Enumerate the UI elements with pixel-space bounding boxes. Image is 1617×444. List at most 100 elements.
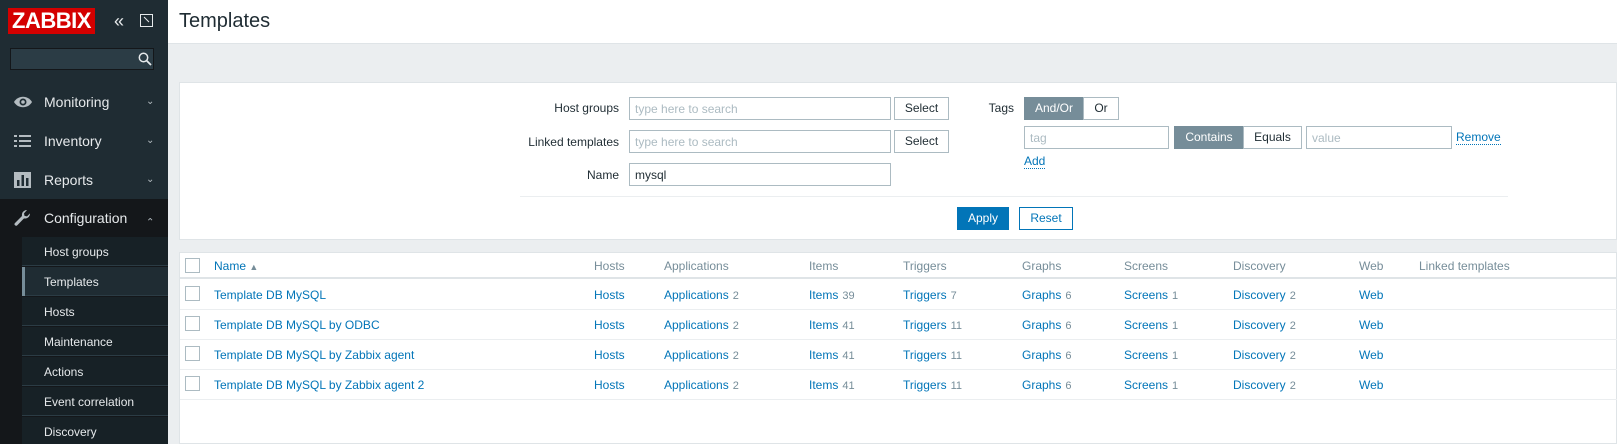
- applications-link[interactable]: Applications: [664, 288, 729, 302]
- name-label: Name: [586, 168, 619, 182]
- hosts-link[interactable]: Hosts: [594, 348, 625, 362]
- triggers-count: 7: [950, 290, 957, 302]
- triggers-cell: Triggers 7: [903, 288, 957, 302]
- tags-and-or-option[interactable]: And/Or: [1024, 97, 1084, 120]
- web-link[interactable]: Web: [1359, 318, 1383, 332]
- graphs-count: 6: [1065, 290, 1072, 302]
- discovery-link[interactable]: Discovery: [1233, 378, 1286, 392]
- triggers-count: 11: [950, 320, 962, 332]
- hosts-link[interactable]: Hosts: [594, 378, 625, 392]
- linked-templates-input[interactable]: [629, 130, 891, 153]
- hosts-link[interactable]: Hosts: [594, 318, 625, 332]
- graphs-count: 6: [1065, 320, 1072, 332]
- nav-label: Configuration: [44, 210, 128, 226]
- screens-cell: Screens 1: [1124, 318, 1178, 332]
- host-groups-select-button[interactable]: Select: [894, 97, 949, 120]
- sidebar-item-templates[interactable]: Templates: [22, 267, 168, 296]
- screens-link[interactable]: Screens: [1124, 378, 1168, 392]
- tag-add-link[interactable]: Add: [1024, 154, 1046, 169]
- items-link[interactable]: Items: [809, 318, 838, 332]
- apply-button[interactable]: Apply: [957, 207, 1009, 230]
- triggers-link[interactable]: Triggers: [903, 318, 947, 332]
- template-name-link[interactable]: Template DB MySQL: [214, 288, 326, 302]
- sidebar-item-label: Host groups: [44, 245, 109, 259]
- chevron-down-icon: ⌄: [146, 96, 155, 107]
- applications-link[interactable]: Applications: [664, 348, 729, 362]
- web-link[interactable]: Web: [1359, 348, 1383, 362]
- nav-monitoring[interactable]: Monitoring ⌄: [0, 83, 168, 121]
- row-checkbox[interactable]: [185, 316, 200, 331]
- sidebar-item-actions[interactable]: Actions: [22, 357, 168, 386]
- screens-link[interactable]: Screens: [1124, 288, 1168, 302]
- column-header-items: Items: [809, 259, 839, 273]
- tag-contains-option[interactable]: Contains: [1174, 126, 1244, 149]
- items-link[interactable]: Items: [809, 378, 838, 392]
- graphs-link[interactable]: Graphs: [1022, 348, 1061, 362]
- reset-button[interactable]: Reset: [1019, 207, 1073, 230]
- discovery-link[interactable]: Discovery: [1233, 348, 1286, 362]
- triggers-cell: Triggers 11: [903, 378, 962, 392]
- nav-inventory[interactable]: Inventory ⌄: [0, 122, 168, 160]
- column-header-triggers: Triggers: [903, 259, 947, 273]
- linked-templates-select-button[interactable]: Select: [894, 130, 949, 153]
- triggers-link[interactable]: Triggers: [903, 378, 947, 392]
- sidebar-item-hosts[interactable]: Hosts: [22, 297, 168, 326]
- discovery-cell: Discovery 2: [1233, 288, 1296, 302]
- items-link[interactable]: Items: [809, 288, 838, 302]
- template-name-link[interactable]: Template DB MySQL by Zabbix agent 2: [214, 378, 424, 392]
- graphs-link[interactable]: Graphs: [1022, 288, 1061, 302]
- zabbix-logo[interactable]: ZABBIX: [8, 8, 95, 34]
- host-groups-input[interactable]: [629, 97, 891, 120]
- sidebar-item-event-correlation[interactable]: Event correlation: [22, 387, 168, 416]
- tag-equals-option[interactable]: Equals: [1243, 126, 1302, 149]
- nav-configuration[interactable]: Configuration ⌄: [0, 199, 168, 237]
- screens-cell: Screens 1: [1124, 378, 1178, 392]
- sidebar-item-host-groups[interactable]: Host groups: [22, 237, 168, 266]
- sidebar-item-label: Hosts: [44, 305, 75, 319]
- discovery-link[interactable]: Discovery: [1233, 288, 1286, 302]
- graphs-count: 6: [1065, 380, 1072, 392]
- web-link[interactable]: Web: [1359, 288, 1383, 302]
- web-link[interactable]: Web: [1359, 378, 1383, 392]
- search-icon[interactable]: [138, 52, 152, 66]
- chevron-up-icon: ⌄: [146, 215, 155, 226]
- select-all-checkbox[interactable]: [185, 258, 200, 273]
- nav-reports[interactable]: Reports ⌄: [0, 161, 168, 199]
- template-name-link[interactable]: Template DB MySQL by Zabbix agent: [214, 348, 414, 362]
- hosts-link[interactable]: Hosts: [594, 288, 625, 302]
- tag-remove-link[interactable]: Remove: [1456, 130, 1501, 145]
- sidebar-item-maintenance[interactable]: Maintenance: [22, 327, 168, 356]
- table-row: Template DB MySQL by Zabbix agent Hosts …: [180, 340, 1617, 370]
- triggers-cell: Triggers 11: [903, 348, 962, 362]
- sidebar-search-input[interactable]: [10, 48, 154, 70]
- wrench-icon: [14, 209, 31, 226]
- host-groups-label: Host groups: [554, 101, 619, 115]
- template-name-link[interactable]: Template DB MySQL by ODBC: [214, 318, 380, 332]
- discovery-link[interactable]: Discovery: [1233, 318, 1286, 332]
- items-link[interactable]: Items: [809, 348, 838, 362]
- templates-table: Name ▲ Hosts Applications Items Triggers…: [179, 252, 1617, 444]
- screens-count: 1: [1172, 320, 1179, 332]
- triggers-link[interactable]: Triggers: [903, 348, 947, 362]
- row-checkbox[interactable]: [185, 286, 200, 301]
- sidebar-item-discovery[interactable]: Discovery: [22, 417, 168, 444]
- graphs-link[interactable]: Graphs: [1022, 378, 1061, 392]
- collapse-sidebar-icon[interactable]: «: [114, 12, 124, 30]
- tag-value-input[interactable]: [1306, 126, 1452, 149]
- kiosk-mode-icon[interactable]: [140, 14, 153, 27]
- items-count: 41: [842, 380, 855, 392]
- row-checkbox[interactable]: [185, 346, 200, 361]
- screens-link[interactable]: Screens: [1124, 348, 1168, 362]
- name-input[interactable]: [629, 163, 891, 186]
- column-header-name[interactable]: Name ▲: [214, 259, 258, 273]
- tags-or-option[interactable]: Or: [1083, 97, 1119, 120]
- bar-chart-icon: [14, 172, 31, 188]
- screens-link[interactable]: Screens: [1124, 318, 1168, 332]
- applications-link[interactable]: Applications: [664, 318, 729, 332]
- applications-link[interactable]: Applications: [664, 378, 729, 392]
- tag-name-input[interactable]: [1024, 126, 1169, 149]
- graphs-link[interactable]: Graphs: [1022, 318, 1061, 332]
- row-checkbox[interactable]: [185, 376, 200, 391]
- triggers-link[interactable]: Triggers: [903, 288, 947, 302]
- sort-by-name-link[interactable]: Name: [214, 259, 246, 273]
